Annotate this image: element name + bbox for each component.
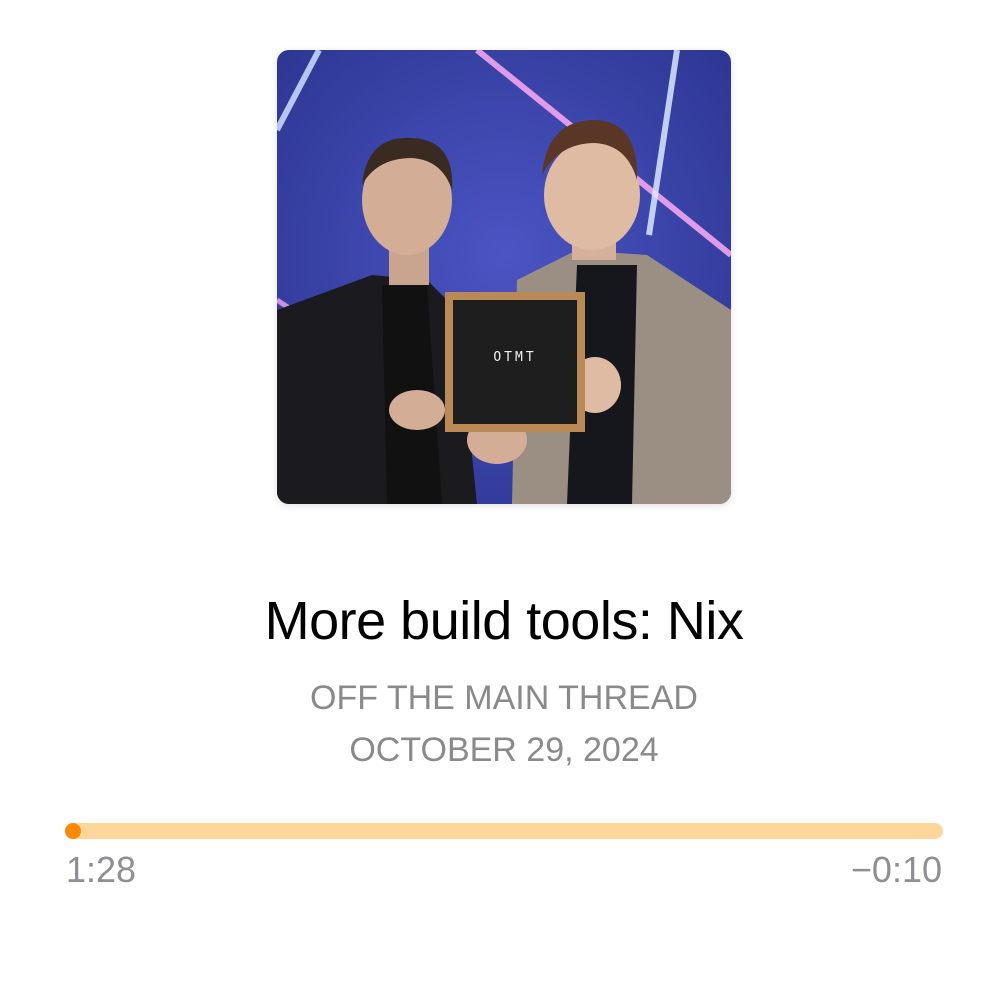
scrubber-track[interactable]	[65, 823, 943, 839]
remaining-time: −0:10	[850, 849, 942, 890]
episode-artwork[interactable]: OTMT	[277, 50, 731, 504]
episode-date: OCTOBER 29, 2024	[349, 731, 659, 769]
episode-title: More build tools: Nix	[264, 591, 744, 651]
podcast-name[interactable]: OFF THE MAIN THREAD	[0, 675, 1008, 721]
elapsed-time: 1:28	[66, 849, 137, 890]
artwork-sign-text: OTMT	[493, 350, 536, 365]
scrubber-knob[interactable]	[65, 823, 81, 839]
now-playing-screen: OTMT More build tools: Nix OFF THE MAIN …	[0, 0, 1008, 1008]
artwork-image: OTMT	[277, 50, 731, 504]
playback-scrubber[interactable]	[65, 822, 943, 840]
